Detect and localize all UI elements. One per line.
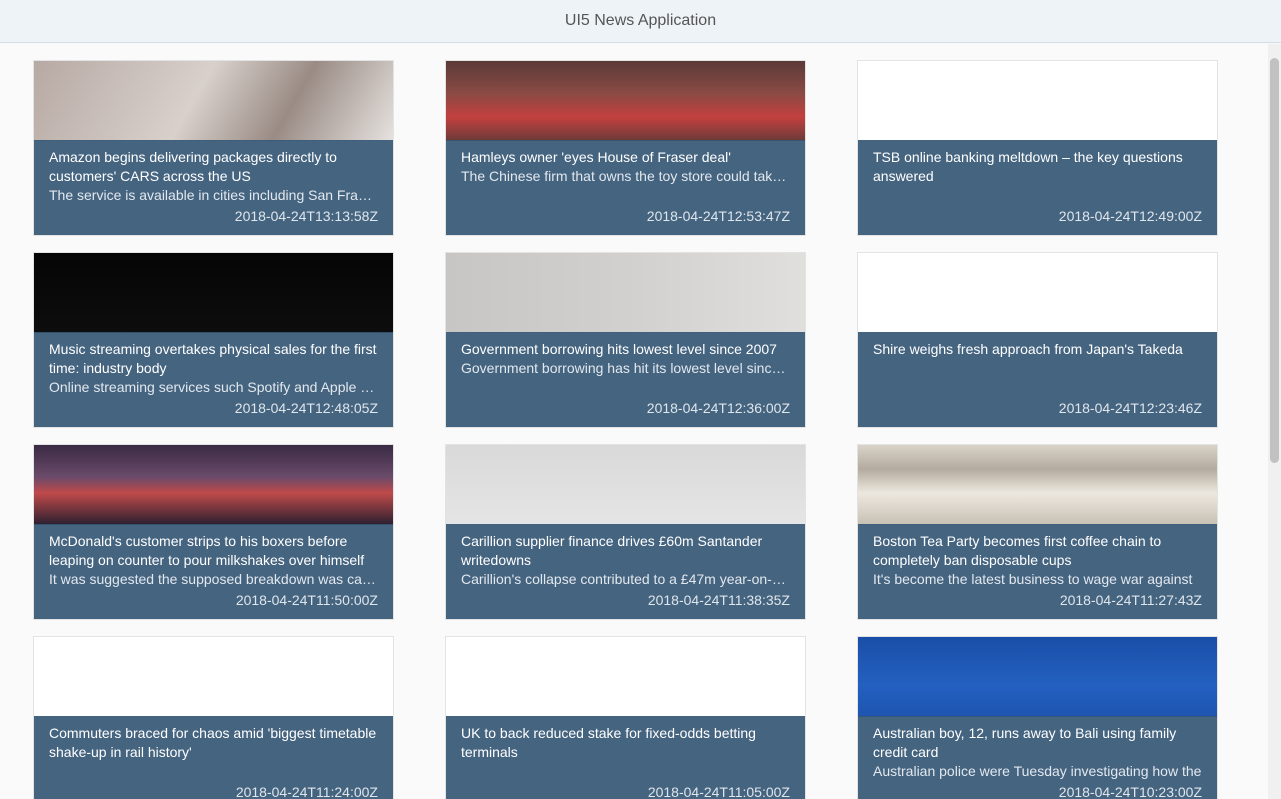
news-tile-overlay: Australian boy, 12, runs away to Bali us… (858, 716, 1217, 799)
news-description: It was suggested the supposed breakdown … (49, 571, 378, 587)
news-tile[interactable]: Music streaming overtakes physical sales… (33, 252, 394, 428)
news-tile[interactable]: UK to back reduced stake for fixed-odds … (445, 636, 806, 799)
news-tile-overlay: Carillion supplier finance drives £60m S… (446, 524, 805, 619)
news-tile-overlay: McDonald's customer strips to his boxers… (34, 524, 393, 619)
news-date: 2018-04-24T13:13:58Z (234, 208, 378, 224)
page-title: UI5 News Application (564, 12, 717, 29)
news-date: 2018-04-24T12:49:00Z (1058, 208, 1202, 224)
news-tile[interactable]: Government borrowing hits lowest level s… (445, 252, 806, 428)
news-description: Carillion's collapse contributed to a £4… (461, 571, 790, 587)
news-tile-overlay: Hamleys owner 'eyes House of Fraser deal… (446, 140, 805, 235)
news-tile-overlay: Music streaming overtakes physical sales… (34, 332, 393, 427)
news-title: Boston Tea Party becomes first coffee ch… (873, 533, 1162, 568)
news-thumbnail (34, 637, 393, 717)
news-title: TSB online banking meltdown – the key qu… (873, 149, 1183, 184)
news-tile-grid[interactable]: Amazon begins delivering packages direct… (0, 44, 1268, 799)
news-tile-overlay: Boston Tea Party becomes first coffee ch… (858, 524, 1217, 619)
news-tile[interactable]: Amazon begins delivering packages direct… (33, 60, 394, 236)
news-date: 2018-04-24T12:48:05Z (234, 400, 378, 416)
news-title: Shire weighs fresh approach from Japan's… (873, 341, 1183, 357)
news-date: 2018-04-24T12:23:46Z (1058, 400, 1202, 416)
news-title: Government borrowing hits lowest level s… (461, 341, 777, 357)
news-date: 2018-04-24T12:53:47Z (646, 208, 790, 224)
news-date: 2018-04-24T11:50:00Z (235, 592, 378, 608)
news-date: 2018-04-24T11:24:00Z (235, 784, 378, 799)
news-date: 2018-04-24T10:23:00Z (1058, 784, 1202, 799)
news-tile-overlay: Amazon begins delivering packages direct… (34, 140, 393, 235)
news-title: McDonald's customer strips to his boxers… (49, 533, 365, 568)
news-date: 2018-04-24T11:05:00Z (647, 784, 790, 799)
news-description: Online streaming services such Spotify a… (49, 379, 378, 395)
news-description: It's become the latest business to wage … (873, 571, 1193, 587)
news-date: 2018-04-24T11:27:43Z (1059, 592, 1202, 608)
news-thumbnail (34, 445, 393, 525)
news-date: 2018-04-24T12:36:00Z (646, 400, 790, 416)
news-thumbnail (446, 637, 805, 717)
news-title: Carillion supplier finance drives £60m S… (461, 533, 763, 568)
news-tile-overlay: Commuters braced for chaos amid 'biggest… (34, 716, 393, 799)
news-tile[interactable]: TSB online banking meltdown – the key qu… (857, 60, 1218, 236)
news-tile-overlay: Shire weighs fresh approach from Japan's… (858, 332, 1217, 427)
news-thumbnail (34, 253, 393, 333)
news-title: Hamleys owner 'eyes House of Fraser deal… (461, 149, 731, 165)
news-tile-overlay: Government borrowing hits lowest level s… (446, 332, 805, 427)
news-title: Amazon begins delivering packages direct… (49, 149, 337, 184)
news-description: Government borrowing has hit its lowest … (461, 360, 790, 376)
news-thumbnail (858, 637, 1217, 717)
news-tile[interactable]: Boston Tea Party becomes first coffee ch… (857, 444, 1218, 620)
news-thumbnail (446, 61, 805, 141)
news-title: Australian boy, 12, runs away to Bali us… (873, 725, 1177, 760)
news-description: The Chinese firm that owns the toy store… (461, 168, 790, 184)
news-title: Commuters braced for chaos amid 'biggest… (49, 725, 377, 760)
news-description: Australian police were Tuesday investiga… (873, 763, 1202, 779)
news-tile[interactable]: McDonald's customer strips to his boxers… (33, 444, 394, 620)
news-thumbnail (858, 253, 1217, 333)
news-thumbnail (34, 61, 393, 141)
news-tile-overlay: UK to back reduced stake for fixed-odds … (446, 716, 805, 799)
news-tile[interactable]: Commuters braced for chaos amid 'biggest… (33, 636, 394, 799)
news-title: Music streaming overtakes physical sales… (49, 341, 377, 376)
news-thumbnail (858, 445, 1217, 525)
scrollbar-thumb[interactable] (1270, 58, 1279, 463)
news-thumbnail (446, 253, 805, 333)
news-thumbnail (446, 445, 805, 525)
app-header: UI5 News Application (0, 0, 1281, 43)
news-thumbnail (858, 61, 1217, 141)
news-description: The service is available in cities inclu… (49, 187, 378, 203)
news-tile[interactable]: Carillion supplier finance drives £60m S… (445, 444, 806, 620)
news-title: UK to back reduced stake for fixed-odds … (461, 725, 756, 760)
news-tile[interactable]: Hamleys owner 'eyes House of Fraser deal… (445, 60, 806, 236)
news-tile[interactable]: Shire weighs fresh approach from Japan's… (857, 252, 1218, 428)
news-date: 2018-04-24T11:38:35Z (647, 592, 790, 608)
news-tile[interactable]: Australian boy, 12, runs away to Bali us… (857, 636, 1218, 799)
vertical-scrollbar[interactable] (1268, 44, 1281, 799)
news-tile-overlay: TSB online banking meltdown – the key qu… (858, 140, 1217, 235)
